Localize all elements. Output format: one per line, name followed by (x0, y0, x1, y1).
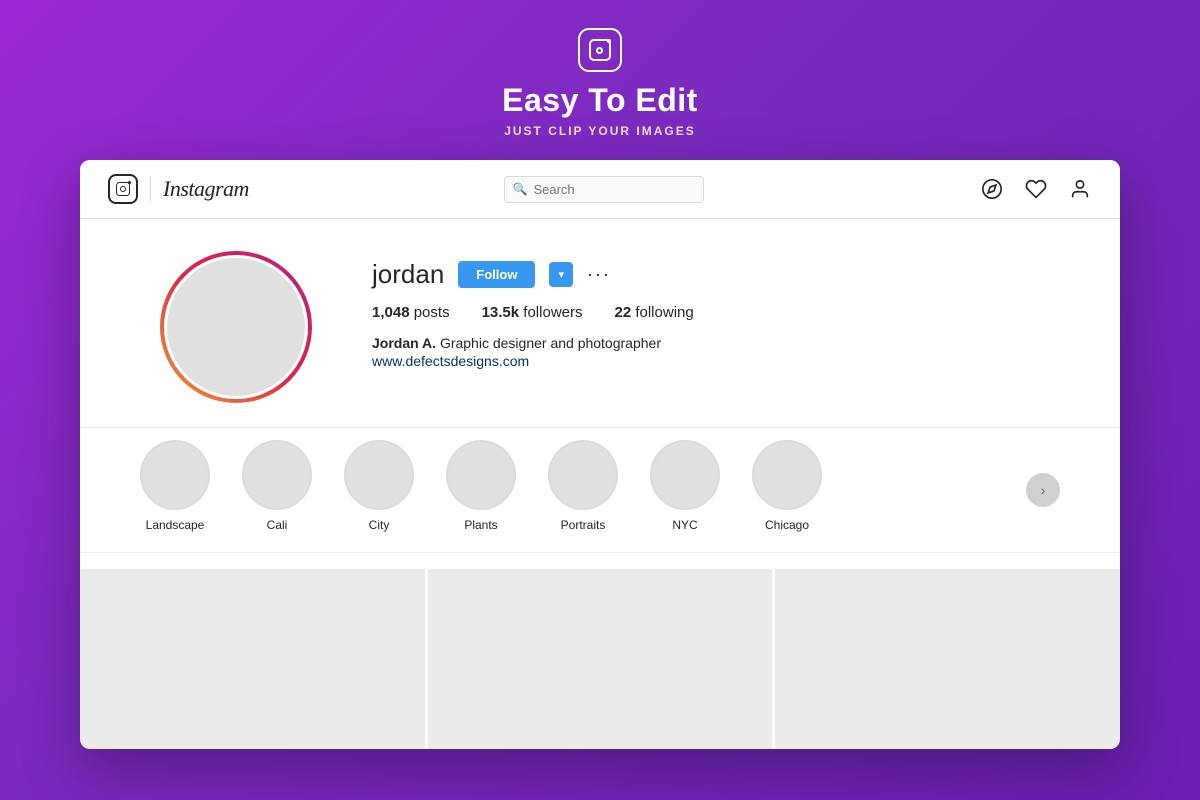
compass-icon[interactable] (980, 177, 1004, 201)
followers-stat[interactable]: 13.5k followers (482, 304, 583, 321)
highlight-circle (752, 440, 822, 510)
highlight-label: Cali (267, 518, 288, 532)
following-stat[interactable]: 22 following (614, 304, 693, 321)
profile-stats: 1,048 posts 13.5k followers 22 following (372, 304, 1040, 321)
instagram-logo-header (578, 28, 622, 72)
heart-icon[interactable] (1024, 177, 1048, 201)
profile-avatar-wrap (160, 251, 312, 403)
follow-button[interactable]: Follow (458, 261, 535, 288)
highlight-label: Landscape (146, 518, 205, 532)
grid-item[interactable] (775, 569, 1120, 749)
profile-section: jordan Follow ▾ ··· 1,048 posts 13.5k fo… (80, 219, 1120, 427)
avatar-ring (160, 251, 312, 403)
highlight-label: Chicago (765, 518, 809, 532)
highlight-item[interactable]: Chicago (752, 440, 822, 532)
highlight-circle (140, 440, 210, 510)
instagram-wordmark: Instagram (163, 176, 249, 202)
highlight-item[interactable]: Landscape (140, 440, 210, 532)
highlight-item[interactable]: Portraits (548, 440, 618, 532)
header-section: Easy To Edit JUST CLIP YOUR IMAGES (502, 0, 698, 160)
more-options-button[interactable]: ··· (587, 264, 611, 285)
posts-stat: 1,048 posts (372, 304, 450, 321)
ig-logo-nav: Instagram (108, 174, 249, 204)
highlight-circle (548, 440, 618, 510)
search-icon: 🔍 (512, 182, 527, 196)
highlight-circle (446, 440, 516, 510)
nav-icons (980, 177, 1092, 201)
grid-item[interactable] (428, 569, 773, 749)
highlight-circle (242, 440, 312, 510)
highlight-item[interactable]: Cali (242, 440, 312, 532)
nav-divider (150, 176, 151, 202)
followers-label: followers (523, 304, 582, 321)
highlight-label: Portraits (561, 518, 606, 532)
highlight-label: Plants (464, 518, 497, 532)
highlight-item[interactable]: City (344, 440, 414, 532)
highlight-circle (344, 440, 414, 510)
main-title: Easy To Edit (502, 82, 698, 119)
following-label: following (635, 304, 693, 321)
highlight-label: City (369, 518, 390, 532)
user-icon[interactable] (1068, 177, 1092, 201)
ig-navbar: Instagram 🔍 (80, 160, 1120, 219)
profile-username: jordan (372, 259, 444, 290)
avatar (164, 255, 308, 399)
posts-count: 1,048 (372, 304, 410, 321)
highlights-section: Landscape Cali City Plants Portraits NYC Chica… (80, 427, 1120, 553)
profile-top-row: jordan Follow ▾ ··· (372, 259, 1040, 290)
instagram-icon-nav (108, 174, 138, 204)
highlight-item[interactable]: Plants (446, 440, 516, 532)
highlight-circle (650, 440, 720, 510)
grid-item[interactable] (80, 569, 425, 749)
nav-search: 🔍 (504, 176, 704, 203)
next-arrow-button[interactable]: › (1026, 473, 1060, 507)
highlight-label: NYC (672, 518, 697, 532)
follow-dropdown-button[interactable]: ▾ (549, 262, 573, 287)
profile-bio-text: Graphic designer and photographer (440, 335, 661, 351)
posts-label: posts (414, 304, 450, 321)
followers-count: 13.5k (482, 304, 520, 321)
highlight-item[interactable]: NYC (650, 440, 720, 532)
browser-window: Instagram 🔍 jordan (80, 160, 1120, 749)
subtitle: JUST CLIP YOUR IMAGES (504, 124, 696, 138)
photo-grid (80, 553, 1120, 749)
profile-info: jordan Follow ▾ ··· 1,048 posts 13.5k fo… (372, 251, 1040, 371)
search-input[interactable] (504, 176, 704, 203)
profile-full-name: Jordan A. Graphic designer and photograp… (372, 335, 1040, 351)
following-count: 22 (614, 304, 631, 321)
profile-website[interactable]: www.defectsdesigns.com (372, 353, 529, 369)
